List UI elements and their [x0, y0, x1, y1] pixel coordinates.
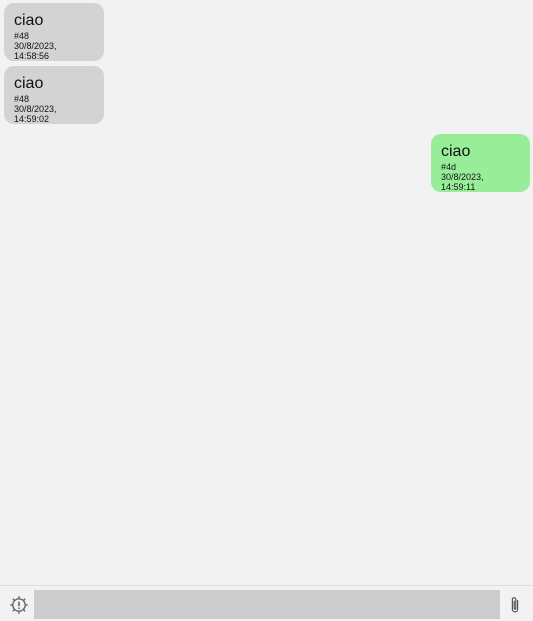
- message-text: ciao: [441, 143, 471, 160]
- message-sender: #48: [14, 94, 30, 104]
- message-bubble-incoming: ciao #48 30/8/2023, 14:58:56: [4, 3, 104, 61]
- message-composer: [0, 585, 533, 621]
- message-timestamp: 30/8/2023, 14:59:02: [14, 104, 57, 124]
- message-text: ciao: [14, 75, 44, 92]
- alert-gear-icon[interactable]: [8, 594, 30, 616]
- message-list: ciao #48 30/8/2023, 14:58:56 ciao #48 30…: [0, 0, 533, 585]
- message-timestamp: 30/8/2023, 14:59:11: [441, 172, 484, 192]
- message-timestamp: 30/8/2023, 14:58:56: [14, 41, 57, 61]
- message-text: ciao: [14, 12, 44, 29]
- message-input[interactable]: [34, 590, 500, 619]
- paperclip-icon[interactable]: [504, 594, 526, 616]
- message-sender: #4d: [441, 162, 457, 172]
- message-bubble-outgoing: ciao #4d 30/8/2023, 14:59:11: [431, 134, 530, 192]
- message-sender: #48: [14, 31, 30, 41]
- message-bubble-incoming: ciao #48 30/8/2023, 14:59:02: [4, 66, 104, 124]
